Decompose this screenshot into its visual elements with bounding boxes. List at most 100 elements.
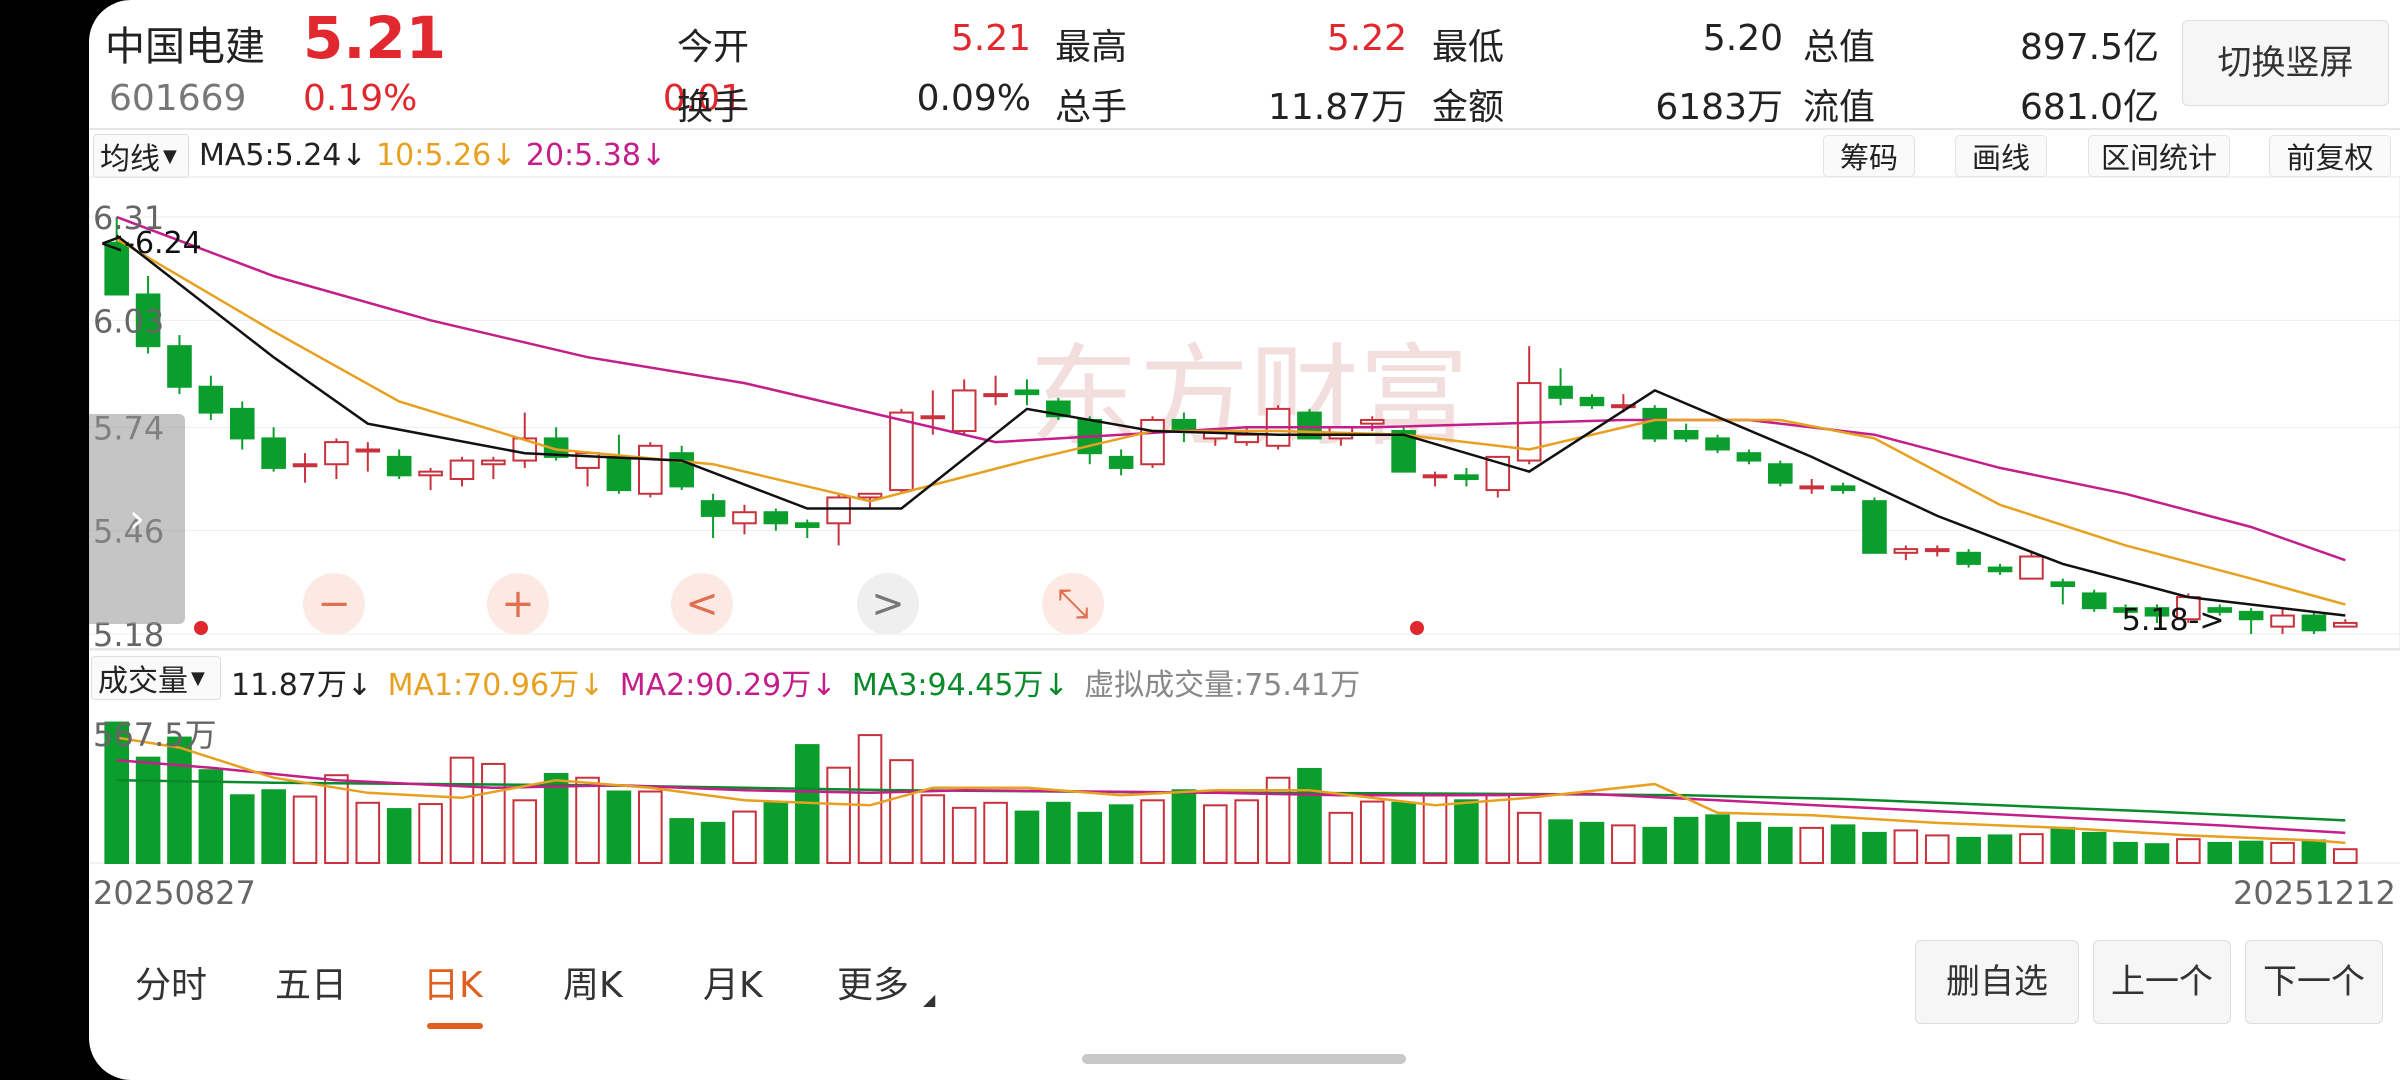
volume-bar <box>1077 811 1103 864</box>
previous-stock-button[interactable]: 上一个 <box>2093 940 2231 1024</box>
period-tab[interactable]: 日K <box>423 956 483 1008</box>
remove-watchlist-button[interactable]: 删自选 <box>1915 940 2079 1024</box>
volume-bar <box>418 803 443 864</box>
virtual-volume-value: 虚拟成交量:75.41万 <box>1084 668 1361 703</box>
volume-bar <box>198 769 224 864</box>
stock-name: 中国电建 <box>105 24 265 70</box>
zoom-in-button[interactable]: + <box>487 573 549 635</box>
current-price: 5.21 <box>303 4 447 72</box>
candle-body <box>1454 474 1479 481</box>
next-candle-button[interactable]: > <box>857 573 919 635</box>
candle-body <box>826 496 851 525</box>
volume-bar <box>1862 831 1887 864</box>
candle-body <box>2050 581 2076 588</box>
quote-field-label: 金额 <box>1432 87 1505 128</box>
period-tab[interactable]: 周K <box>563 956 623 1008</box>
volume-bar <box>1297 767 1322 865</box>
candle-body <box>1924 548 1950 553</box>
candle-body <box>857 492 883 499</box>
candle-body <box>324 441 349 466</box>
volume-bar <box>1579 821 1605 864</box>
volume-bar <box>951 806 977 865</box>
quote-field-value: 5.20 <box>1702 18 1783 59</box>
quote-field-label: 最低 <box>1432 27 1505 68</box>
quote-field-label: 今开 <box>677 27 750 68</box>
volume-bar <box>732 810 757 865</box>
volume-bar <box>1830 824 1856 865</box>
quote-field-value: 11.87万 <box>1267 87 1407 128</box>
candle-body <box>1987 566 2013 573</box>
candle-body <box>889 411 914 492</box>
candle-body <box>2081 592 2107 610</box>
volume-bar <box>2050 826 2076 865</box>
volume-selector-label: 成交量 <box>98 664 188 699</box>
candle-body <box>794 522 820 528</box>
reset-zoom-button[interactable]: ⤡ <box>1042 573 1104 635</box>
period-tab[interactable]: 五日 <box>275 956 347 1008</box>
volume-bar <box>983 801 1008 865</box>
volume-bar <box>1234 799 1259 865</box>
volume-bar <box>1516 811 1542 864</box>
side-panel-handle[interactable]: › <box>89 414 185 624</box>
candle-body <box>920 415 946 420</box>
vma2-value: MA2:90.29万↓ <box>619 668 837 703</box>
volume-bar <box>1046 801 1071 865</box>
candle-body <box>669 452 694 488</box>
volume-bar <box>2333 848 2358 864</box>
candle-body <box>1234 433 1259 444</box>
previous-candle-button[interactable]: < <box>671 573 733 635</box>
volume-value: 11.87万↓ <box>231 668 373 703</box>
chevron-left-icon: < <box>685 581 719 627</box>
volume-bar <box>920 794 946 864</box>
min-price-annotation: 5.18-> <box>2122 603 2225 638</box>
candle-body <box>1673 430 1699 440</box>
volume-bar <box>2113 841 2138 865</box>
candle-body <box>1140 418 1165 466</box>
next-stock-button[interactable]: 下一个 <box>2245 940 2383 1024</box>
volume-indicator-selector[interactable]: 成交量 ▼ <box>91 656 221 700</box>
volume-bar <box>1014 810 1040 865</box>
vma1-value: MA1:70.96万↓ <box>387 668 605 703</box>
zoom-out-button[interactable]: − <box>303 573 365 635</box>
switch-portrait-button[interactable]: 切换竖屏 <box>2182 20 2389 106</box>
volume-bar <box>1140 799 1165 865</box>
chevron-right-icon: › <box>129 496 145 542</box>
volume-bar <box>1924 834 1950 865</box>
period-tab[interactable]: 更多 <box>837 956 909 1008</box>
quote-field-value: 5.21 <box>950 18 1031 59</box>
candle-body <box>1768 463 1793 484</box>
volume-bar <box>669 818 694 865</box>
volume-bar <box>1768 826 1793 865</box>
candle-body <box>1108 455 1134 469</box>
candle-body <box>1705 437 1730 451</box>
volume-values: 11.87万↓ MA1:70.96万↓ MA2:90.29万↓ MA3:94.4… <box>231 660 1360 704</box>
candle-body <box>2333 621 2358 628</box>
volume-bar <box>2144 843 2170 865</box>
volume-bar <box>2270 841 2295 865</box>
chevron-right-icon: > <box>871 581 905 627</box>
candle-body <box>700 500 726 517</box>
volume-bar <box>1705 814 1730 864</box>
volume-bar <box>449 756 475 865</box>
candle-body <box>355 448 381 453</box>
max-price-annotation: <-6.24 <box>99 226 202 261</box>
volume-bar <box>2238 840 2264 864</box>
candle-body <box>2238 610 2264 621</box>
period-tab[interactable]: 月K <box>703 956 763 1008</box>
volume-bar <box>1328 811 1354 864</box>
volume-bar <box>1485 794 1511 864</box>
candle-body <box>638 444 663 495</box>
kline-chart[interactable]: 东方财富6.316.035.745.465.18<-6.245.18->567.… <box>89 150 2400 910</box>
candle-body <box>1862 500 1887 554</box>
candle-body <box>606 455 632 492</box>
volume-bar <box>2301 839 2327 864</box>
quote-field-value: 6183万 <box>1655 87 1783 128</box>
price-axis-label: 6.03 <box>93 302 164 340</box>
stock-detail-screen: 中国电建 5.21 601669 0.19% 0.01 今开 5.21 最高 5.22… <box>89 0 2400 1080</box>
active-tab-indicator <box>427 1023 483 1029</box>
volume-bar <box>2019 833 2044 865</box>
home-gesture-bar[interactable] <box>1082 1054 1406 1064</box>
volume-bar <box>1171 789 1197 864</box>
period-tab[interactable]: 分时 <box>135 956 207 1008</box>
volume-bar <box>1548 819 1573 864</box>
